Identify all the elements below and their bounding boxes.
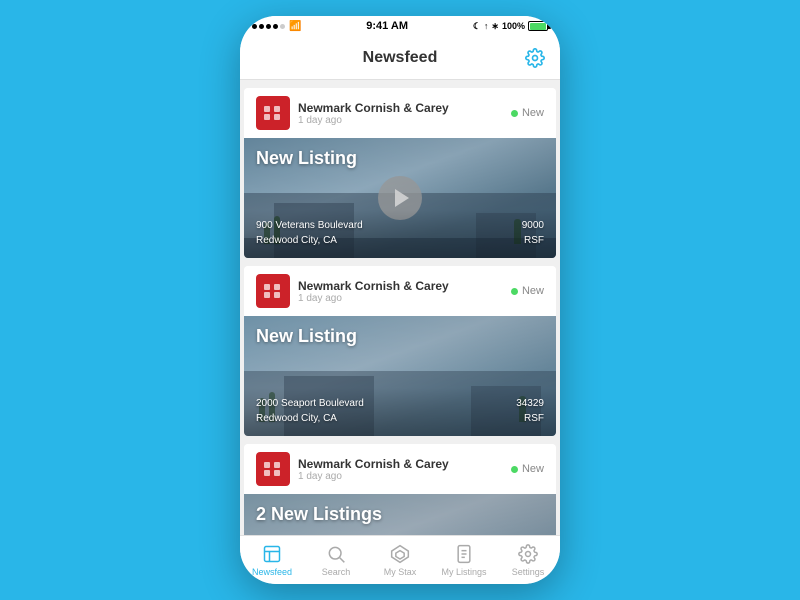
card-1-header: Newmark Cornish & Carey 1 day ago New: [244, 88, 556, 138]
feed-card-2[interactable]: Newmark Cornish & Carey 1 day ago New Ne…: [244, 266, 556, 436]
company-name-2: Newmark Cornish & Carey: [298, 279, 449, 293]
my-listings-icon: [453, 543, 475, 565]
tab-settings[interactable]: Settings: [496, 536, 560, 584]
new-badge-2: New: [511, 285, 544, 297]
status-left: 📶: [252, 21, 301, 32]
listing-size-1: 9000 RSF: [522, 218, 544, 248]
my-stax-icon: [389, 543, 411, 565]
tab-my-stax[interactable]: My Stax: [368, 536, 432, 584]
new-badge-3: New: [511, 463, 544, 475]
tab-my-listings[interactable]: My Listings: [432, 536, 496, 584]
company-logo-1: [256, 96, 290, 130]
feed-card-1[interactable]: Newmark Cornish & Carey 1 day ago New: [244, 88, 556, 258]
tab-bar: Newsfeed Search My Stax: [240, 535, 560, 584]
card-2-header: Newmark Cornish & Carey 1 day ago New: [244, 266, 556, 316]
new-badge-1: New: [511, 107, 544, 119]
card-3-header: Newmark Cornish & Carey 1 day ago New: [244, 444, 556, 494]
company-logo-3: [256, 452, 290, 486]
bluetooth-icon: ∗: [491, 21, 499, 32]
time-ago-1: 1 day ago: [298, 115, 449, 126]
status-right: ☾ ↑ ∗ 100%: [473, 21, 548, 32]
listing-address-1: 900 Veterans Boulevard Redwood City, CA: [256, 218, 363, 248]
tab-my-listings-label: My Listings: [441, 567, 486, 577]
tab-search[interactable]: Search: [304, 536, 368, 584]
battery-percent: 100%: [502, 21, 525, 31]
newsfeed-icon: [261, 543, 283, 565]
signal-dots: [252, 24, 285, 29]
search-icon: [325, 543, 347, 565]
battery-icon: [528, 21, 548, 31]
tab-newsfeed[interactable]: Newsfeed: [240, 536, 304, 584]
company-name-1: Newmark Cornish & Carey: [298, 101, 449, 115]
card-1-image[interactable]: New Listing 900 Veterans Boulevard Redwo…: [244, 138, 556, 258]
company-name-3: Newmark Cornish & Carey: [298, 457, 449, 471]
tab-my-stax-label: My Stax: [384, 567, 417, 577]
card-3-image[interactable]: 2 New Listings 1001 Marshall Street Redw…: [244, 494, 556, 535]
time-ago-2: 1 day ago: [298, 293, 449, 304]
moon-icon: ☾: [473, 21, 481, 32]
listing-address-2: 2000 Seaport Boulevard Redwood City, CA: [256, 396, 364, 426]
listing-size-2: 34329 RSF: [516, 396, 544, 426]
card-1-overlay: New Listing 900 Veterans Boulevard Redwo…: [244, 138, 556, 258]
tab-search-label: Search: [322, 567, 351, 577]
time-ago-3: 1 day ago: [298, 471, 449, 482]
card-3-overlay: 2 New Listings 1001 Marshall Street Redw…: [244, 494, 556, 535]
new-dot-2: [511, 288, 518, 295]
settings-tab-icon: [517, 543, 539, 565]
arrow-icon: ↑: [484, 21, 489, 31]
feed-card-3[interactable]: Newmark Cornish & Carey 1 day ago New 2 …: [244, 444, 556, 535]
card-2-image[interactable]: New Listing 2000 Seaport Boulevard Redwo…: [244, 316, 556, 436]
tab-settings-label: Settings: [512, 567, 545, 577]
new-dot-1: [511, 110, 518, 117]
nav-header: Newsfeed: [240, 36, 560, 80]
status-bar: 📶 9:41 AM ☾ ↑ ∗ 100%: [240, 16, 560, 36]
phone-frame: 📶 9:41 AM ☾ ↑ ∗ 100% Newsfeed: [240, 16, 560, 584]
listing-title-2: New Listing: [256, 326, 544, 347]
status-time: 9:41 AM: [366, 20, 408, 32]
wifi-icon: 📶: [289, 21, 301, 32]
listing-title-1: New Listing: [256, 148, 544, 169]
listing-title-3: 2 New Listings: [256, 504, 544, 525]
card-2-overlay: New Listing 2000 Seaport Boulevard Redwo…: [244, 316, 556, 436]
company-logo-2: [256, 274, 290, 308]
page-title: Newsfeed: [363, 49, 438, 67]
settings-button[interactable]: [524, 47, 546, 69]
new-dot-3: [511, 466, 518, 473]
feed-content: Newmark Cornish & Carey 1 day ago New: [240, 80, 560, 535]
tab-newsfeed-label: Newsfeed: [252, 567, 292, 577]
